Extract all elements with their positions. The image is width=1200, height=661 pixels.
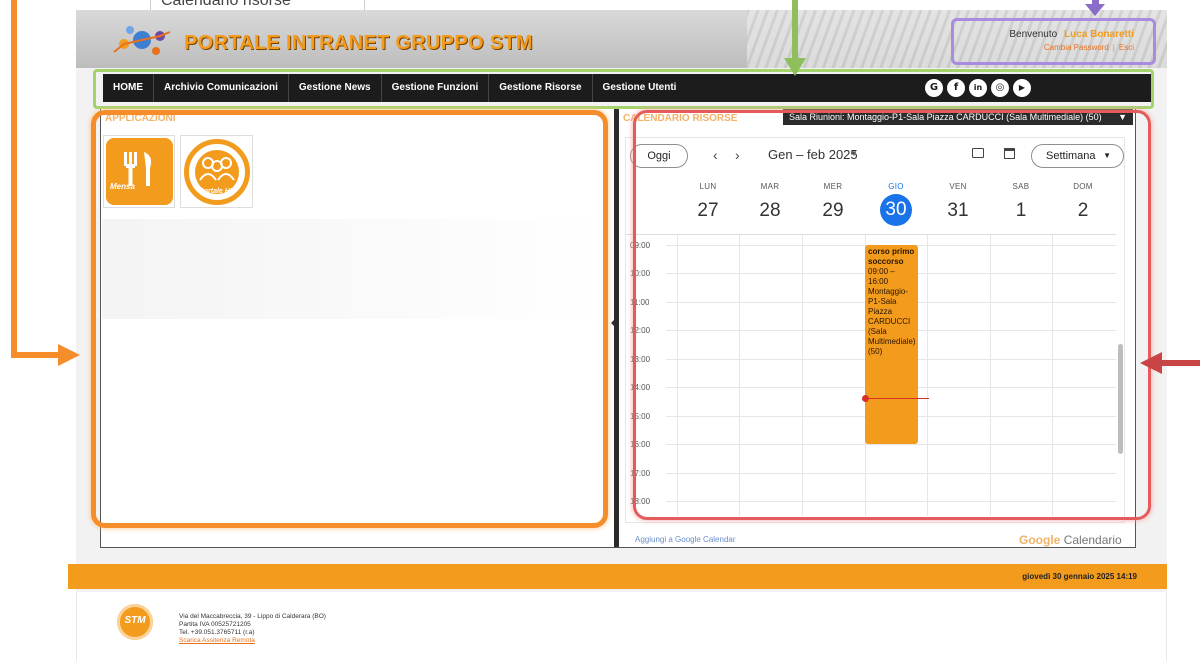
week-grid[interactable]: 09:00 10:00 11:00 12:00 13:00 14:00 15:0… (626, 234, 1116, 516)
hour-label: 11:00 (630, 298, 650, 307)
callout-text: Calendario risorse (161, 0, 291, 9)
google-calendar-brand: Google Calendario (1019, 533, 1122, 547)
calendar-icon[interactable] (1004, 148, 1015, 159)
event-location: Montaggio-P1-Sala Piazza CARDUCCI (Sala … (868, 287, 916, 356)
app-portale-hr[interactable]: Portale HR (180, 135, 253, 208)
view-select-label: Settimana (1046, 150, 1096, 162)
add-to-google-calendar-link[interactable]: Aggiungi a Google Calendar (635, 535, 736, 544)
nav-gestione-funzioni[interactable]: Gestione Funzioni (382, 74, 490, 102)
welcome-box: Benvenuto Luca Bonaretti Cambia Password… (1009, 29, 1134, 52)
calendar-toolbar: Oggi ‹ › Gen – feb 2025 ▼ Settimana ▼ (626, 138, 1124, 176)
stm-logo: STM (117, 604, 153, 640)
nav-gestione-news[interactable]: Gestione News (289, 74, 382, 102)
hour-label: 15:00 (630, 412, 651, 421)
hour-label: 13:00 (630, 355, 651, 364)
youtube-icon[interactable]: ▶ (1013, 79, 1031, 97)
status-bar: giovedì 30 gennaio 2025 14:19 (68, 564, 1167, 589)
calendar-event[interactable]: corso primo soccorso 09:00 – 16:00 Monta… (865, 245, 918, 444)
people-icon (199, 157, 235, 181)
view-select[interactable]: Settimana ▼ (1031, 144, 1124, 168)
nav-archivio-comunicazioni[interactable]: Archivio Comunicazioni (154, 74, 289, 102)
range-dropdown-icon[interactable]: ▼ (850, 149, 858, 158)
logout-link[interactable]: Esci (1119, 43, 1134, 52)
hour-label: 09:00 (630, 241, 651, 250)
nav-gestione-utenti[interactable]: Gestione Utenti (593, 74, 687, 102)
day-header[interactable]: SAB 1 (990, 182, 1052, 226)
linkedin-icon[interactable]: in (969, 79, 987, 97)
hour-label: 16:00 (630, 440, 651, 449)
main-content: APPLICAZIONI Mensa Portale HR CALENDARIO… (100, 108, 1136, 548)
event-title: corso primo soccorso (868, 247, 915, 266)
main-navbar: HOME Archivio Comunicazioni Gestione New… (103, 74, 1152, 102)
day-header[interactable]: DOM 2 (1052, 182, 1114, 226)
footer: STM Via del Maccabreccia, 39 - Lippo di … (76, 592, 1167, 661)
change-password-link[interactable]: Cambia Password (1044, 43, 1109, 52)
footer-vat: Partita IVA 00525721205 (179, 621, 251, 628)
nav-gestione-risorse[interactable]: Gestione Risorse (489, 74, 593, 102)
hour-label: 14:00 (630, 383, 651, 392)
app-mensa-label: Mensa (110, 182, 135, 191)
hour-label: 18:00 (630, 497, 651, 506)
portal-title: PORTALE INTRANET GRUPPO STM (184, 32, 533, 54)
resource-select[interactable]: Sala Riunioni: Montaggio-P1-Sala Piazza … (783, 109, 1133, 125)
google-icon[interactable]: G (925, 79, 943, 97)
chevron-down-icon: ▼ (1118, 112, 1127, 122)
calendar-title: CALENDARIO RISORSE (623, 113, 738, 124)
nav-home[interactable]: HOME (103, 74, 154, 102)
day-header[interactable]: VEN 31 (927, 182, 989, 226)
hour-label: 17:00 (630, 469, 651, 478)
app-portale-hr-label: Portale HR (199, 188, 235, 195)
feedback-icon[interactable] (972, 148, 984, 158)
day-header-today[interactable]: GIO 30 (865, 182, 927, 226)
remote-assistance-link[interactable]: Scarica Assitenza Remota (179, 637, 326, 645)
facebook-icon[interactable]: f (947, 79, 965, 97)
google-calendar-embed: Oggi ‹ › Gen – feb 2025 ▼ Settimana ▼ LU… (625, 137, 1125, 523)
welcome-prefix: Benvenuto (1009, 29, 1058, 40)
footer-phone: Tel. +39.051.3765711 (r.a) (179, 629, 255, 636)
prev-week-icon[interactable]: ‹ (713, 147, 718, 163)
date-range-label[interactable]: Gen – feb 2025 (768, 147, 858, 162)
logo-icon (113, 26, 171, 55)
hour-label: 10:00 (630, 269, 651, 278)
chevron-down-icon: ▼ (1103, 151, 1111, 160)
event-time: 09:00 – 16:00 (868, 267, 895, 286)
day-header[interactable]: LUN 27 (677, 182, 739, 226)
collapse-arrow-icon[interactable] (611, 319, 615, 327)
hour-label: 12:00 (630, 326, 651, 335)
current-datetime: giovedì 30 gennaio 2025 14:19 (1022, 572, 1137, 581)
apps-title: APPLICAZIONI (105, 113, 176, 124)
current-time-line (865, 398, 929, 399)
footer-address: Via del Maccabreccia, 39 - Lippo di Cald… (179, 613, 326, 620)
resource-select-value: Sala Riunioni: Montaggio-P1-Sala Piazza … (789, 112, 1102, 122)
today-button[interactable]: Oggi (630, 144, 688, 168)
app-mensa[interactable]: Mensa (103, 135, 175, 208)
social-links: G f in ◎ ▶ (925, 79, 1031, 97)
user-name: Luca Bonaretti (1063, 29, 1134, 40)
day-header[interactable]: MAR 28 (739, 182, 801, 226)
next-week-icon[interactable]: › (735, 147, 740, 163)
instagram-icon[interactable]: ◎ (991, 79, 1009, 97)
scrollbar[interactable] (1118, 344, 1123, 454)
day-header[interactable]: MER 29 (802, 182, 864, 226)
panel-divider[interactable] (611, 109, 619, 547)
footer-address-block: Via del Maccabreccia, 39 - Lippo di Cald… (179, 613, 326, 645)
